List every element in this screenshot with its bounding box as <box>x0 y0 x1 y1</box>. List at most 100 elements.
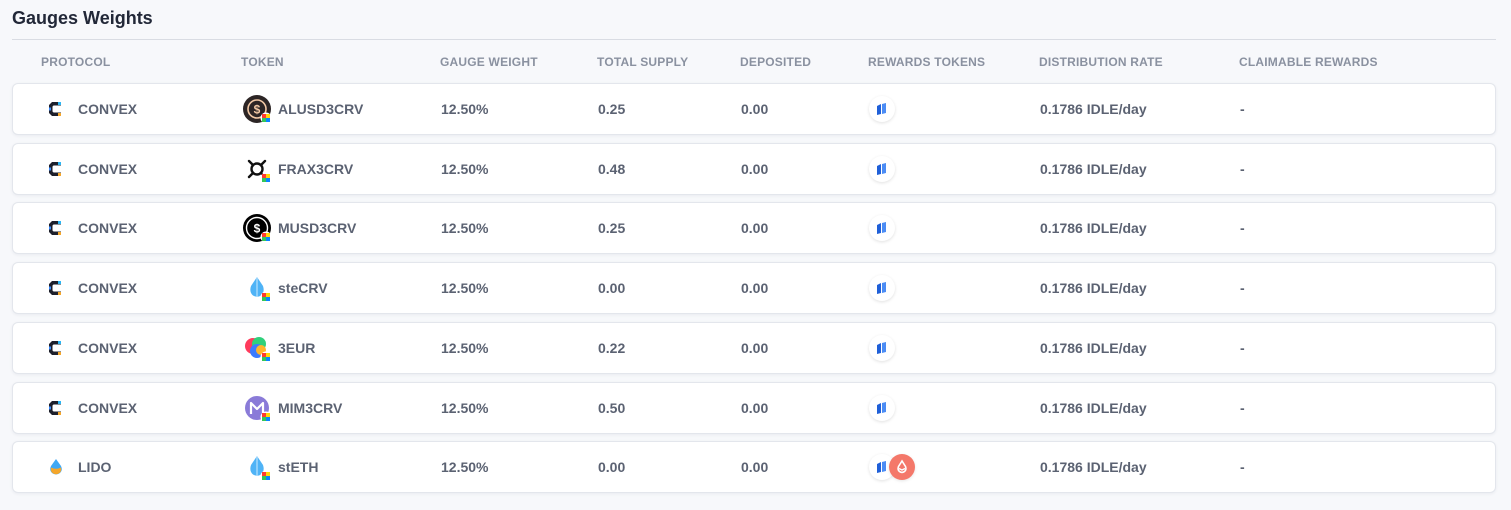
table-row[interactable]: CONVEX MIM3CRV 12.50% 0.50 0.00 0.1786 I… <box>12 382 1496 434</box>
column-header-deposited[interactable]: DEPOSITED <box>740 55 811 69</box>
convex-icon <box>46 278 66 298</box>
convex-icon <box>46 398 66 418</box>
protocol-cell: CONVEX <box>46 263 137 313</box>
table-row[interactable]: CONVEX 3EUR 12.50% 0.22 0.00 0.1786 IDLE… <box>12 322 1496 374</box>
gauge-weight: 12.50% <box>441 220 489 236</box>
curve-badge-icon <box>260 172 272 184</box>
steth-icon <box>242 452 272 482</box>
claimable-rewards: - <box>1240 400 1245 416</box>
convex-icon <box>46 218 66 238</box>
distribution-rate: 0.1786 IDLE/day <box>1040 101 1147 117</box>
token-name: MIM3CRV <box>278 400 343 416</box>
distribution-rate: 0.1786 IDLE/day <box>1040 161 1147 177</box>
token-cell: steCRV <box>242 263 328 313</box>
lido-icon <box>46 457 66 477</box>
idle-icon[interactable] <box>869 395 895 421</box>
frax-icon <box>242 154 272 184</box>
protocol-cell: CONVEX <box>46 383 137 433</box>
protocol-name: CONVEX <box>78 220 138 236</box>
page-title: Gauges Weights <box>12 8 153 28</box>
rewards-tokens <box>869 84 895 134</box>
token-cell: $ ALUSD3CRV <box>242 84 363 134</box>
total-supply: 0.22 <box>598 340 626 356</box>
deposited: 0.00 <box>741 400 769 416</box>
column-header-total-supply[interactable]: TOTAL SUPPLY <box>597 55 688 69</box>
total-supply: 0.25 <box>598 220 626 236</box>
column-header-gauge-weight[interactable]: GAUGE WEIGHT <box>440 55 538 69</box>
claimable-rewards: - <box>1240 101 1245 117</box>
gauge-weight: 12.50% <box>441 101 489 117</box>
curve-badge-icon <box>260 291 272 303</box>
table-row[interactable]: CONVEX $ ALUSD3CRV 12.50% 0.25 0.00 0.17… <box>12 83 1496 135</box>
gauge-weight: 12.50% <box>441 340 489 356</box>
gauge-weight: 12.50% <box>441 280 489 296</box>
table-row[interactable]: CONVEX $ MUSD3CRV 12.50% 0.25 0.00 0.178… <box>12 202 1496 254</box>
idle-icon[interactable] <box>869 275 895 301</box>
total-supply: 0.50 <box>598 400 626 416</box>
rewards-tokens <box>869 144 895 194</box>
protocol-name: CONVEX <box>78 280 138 296</box>
token-cell: FRAX3CRV <box>242 144 353 194</box>
rewards-tokens <box>869 203 895 253</box>
3eur-icon <box>242 333 272 363</box>
total-supply: 0.48 <box>598 161 626 177</box>
rewards-tokens <box>869 442 915 492</box>
idle-icon[interactable] <box>869 156 895 182</box>
gauge-weight: 12.50% <box>441 459 489 475</box>
table-row[interactable]: CONVEX steCRV 12.50% 0.00 0.00 0.1786 ID… <box>12 262 1496 314</box>
column-header-rewards-tokens[interactable]: REWARDS TOKENS <box>868 55 985 69</box>
token-name: 3EUR <box>278 340 316 356</box>
distribution-rate: 0.1786 IDLE/day <box>1040 459 1147 475</box>
curve-badge-icon <box>260 231 272 243</box>
musd-icon: $ <box>242 213 272 243</box>
claimable-rewards: - <box>1240 220 1245 236</box>
convex-icon <box>46 338 66 358</box>
protocol-name: CONVEX <box>78 101 138 117</box>
token-cell: MIM3CRV <box>242 383 342 433</box>
convex-icon <box>46 159 66 179</box>
token-name: FRAX3CRV <box>278 161 354 177</box>
protocol-cell: CONVEX <box>46 84 137 134</box>
rewards-tokens <box>869 263 895 313</box>
table-row[interactable]: LIDO stETH 12.50% 0.00 0.00 0.1786 IDLE/… <box>12 441 1496 493</box>
protocol-cell: CONVEX <box>46 144 137 194</box>
curve-badge-icon <box>260 351 272 363</box>
total-supply: 0.25 <box>598 101 626 117</box>
distribution-rate: 0.1786 IDLE/day <box>1040 400 1147 416</box>
token-cell: 3EUR <box>242 323 315 373</box>
column-header-protocol[interactable]: PROTOCOL <box>41 55 110 69</box>
table-header: PROTOCOL TOKEN GAUGE WEIGHT TOTAL SUPPLY… <box>12 50 1496 74</box>
total-supply: 0.00 <box>598 459 626 475</box>
protocol-name: CONVEX <box>78 340 138 356</box>
protocol-cell: CONVEX <box>46 323 137 373</box>
idle-icon[interactable] <box>869 215 895 241</box>
total-supply: 0.00 <box>598 280 626 296</box>
claimable-rewards: - <box>1240 161 1245 177</box>
mim-icon <box>242 393 272 423</box>
deposited: 0.00 <box>741 340 769 356</box>
column-header-claimable-rewards[interactable]: CLAIMABLE REWARDS <box>1239 55 1378 69</box>
idle-icon[interactable] <box>869 96 895 122</box>
token-name: MUSD3CRV <box>278 220 357 236</box>
protocol-name: CONVEX <box>78 400 138 416</box>
rewards-tokens <box>869 383 895 433</box>
token-name: stETH <box>278 459 319 475</box>
alusd-icon: $ <box>242 94 272 124</box>
claimable-rewards: - <box>1240 340 1245 356</box>
column-header-token[interactable]: TOKEN <box>241 55 284 69</box>
claimable-rewards: - <box>1240 459 1245 475</box>
column-header-distribution-rate[interactable]: DISTRIBUTION RATE <box>1039 55 1163 69</box>
deposited: 0.00 <box>741 220 769 236</box>
deposited: 0.00 <box>741 280 769 296</box>
claimable-rewards: - <box>1240 280 1245 296</box>
deposited: 0.00 <box>741 101 769 117</box>
table-row[interactable]: CONVEX FRAX3CRV 12.50% 0.48 0.00 0.1786 … <box>12 143 1496 195</box>
ldo-icon[interactable] <box>889 454 915 480</box>
rewards-tokens <box>869 323 895 373</box>
idle-icon[interactable] <box>869 335 895 361</box>
distribution-rate: 0.1786 IDLE/day <box>1040 340 1147 356</box>
curve-badge-icon <box>260 411 272 423</box>
gauge-weight: 12.50% <box>441 400 489 416</box>
curve-badge-icon <box>260 112 272 124</box>
protocol-cell: LIDO <box>46 442 111 492</box>
